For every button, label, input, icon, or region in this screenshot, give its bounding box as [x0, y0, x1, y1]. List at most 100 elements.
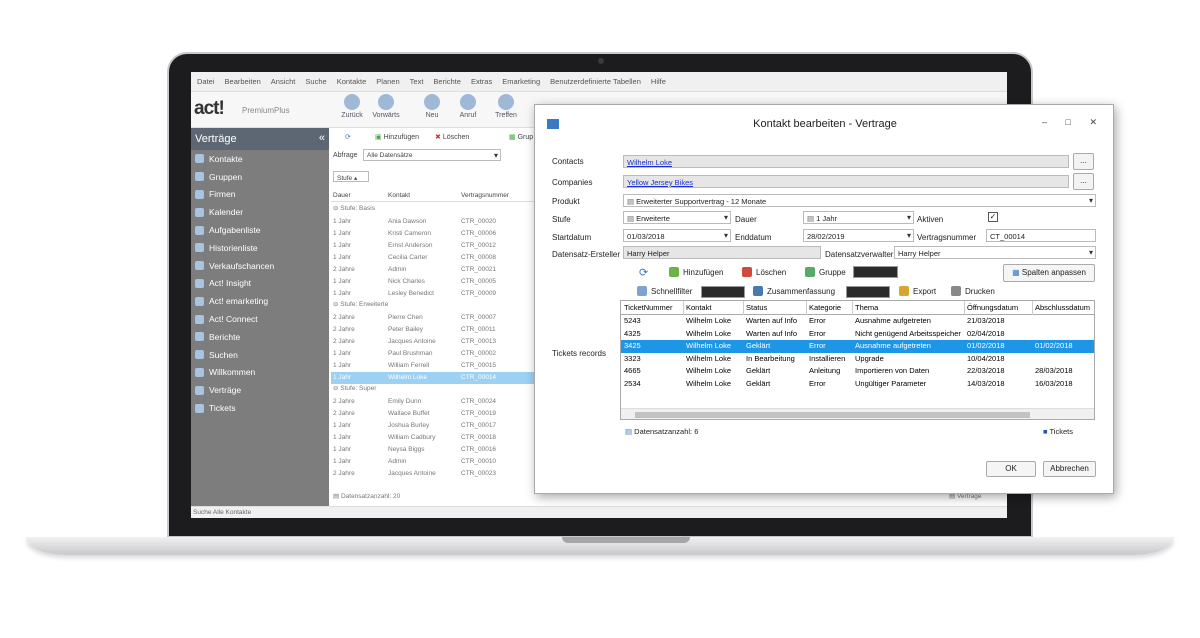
table-row[interactable]: 3425 Wilhelm Loke Geklärt Error Ausnahme auf… — [621, 340, 1094, 353]
cancel-button[interactable]: Abbrechen — [1043, 461, 1096, 477]
toolbar-button[interactable]: Zurück — [337, 94, 367, 119]
list-item[interactable]: 1 Jahr Admin CTR_00010 — [331, 456, 537, 468]
tickets-add-button[interactable]: Hinzufügen — [669, 267, 723, 277]
list-item[interactable]: 2 Jahre Peter Bailey CTR_00011 — [331, 324, 537, 336]
toolbar-button[interactable]: Neu — [417, 94, 447, 119]
print-button[interactable]: Drucken — [951, 286, 995, 296]
menu-item[interactable]: Bearbeiten — [225, 77, 261, 86]
list-item[interactable]: 1 Jahr Ania Dawson CTR_00020 — [331, 216, 537, 228]
sidebar-item[interactable]: Act! emarketing — [191, 292, 329, 310]
sidebar-item[interactable]: Verträge — [191, 381, 329, 399]
summary-button[interactable]: Zusammenfassung — [753, 286, 835, 296]
table-row[interactable]: 3323 Wilhelm Loke In Bearbeitung Installier… — [621, 353, 1094, 366]
menu-item[interactable]: Text — [410, 77, 424, 86]
menu-item[interactable]: Extras — [471, 77, 492, 86]
add-button[interactable]: ▣ Hinzufügen — [375, 133, 419, 141]
sidebar-item[interactable]: Historienliste — [191, 239, 329, 257]
dauer-select[interactable]: ▤ 1 Jahr — [803, 211, 914, 224]
list-item[interactable]: 1 Jahr Kristi Cameron CTR_00006 — [331, 228, 537, 240]
table-row[interactable]: 4325 Wilhelm Loke Warten auf Info Error Nich… — [621, 328, 1094, 341]
grid-column-header[interactable]: TicketNummer — [621, 303, 683, 312]
grid-scrollbar[interactable] — [621, 408, 1094, 419]
collapse-icon[interactable]: « — [319, 132, 325, 144]
grid-column-header[interactable]: Kategorie — [806, 303, 852, 312]
menu-item[interactable]: Benutzerdefinierte Tabellen — [550, 77, 641, 86]
table-row[interactable]: 5243 Wilhelm Loke Warten auf Info Error Ausn… — [621, 315, 1094, 328]
list-group-header[interactable]: ⊖ Stufe: Basis — [333, 204, 375, 212]
tickets-group-button[interactable]: Gruppe — [805, 267, 846, 277]
list-item[interactable]: 1 Jahr William Ferrell CTR_00015 — [331, 360, 537, 372]
filter-select[interactable]: Alle Datensätze — [363, 149, 501, 161]
window-controls[interactable]: – □ ✕ — [1042, 117, 1105, 128]
table-row[interactable]: 4665 Wilhelm Loke Geklärt Anleitung Importie… — [621, 365, 1094, 378]
grid-column-header[interactable]: Kontakt — [683, 303, 743, 312]
grid-column-header[interactable]: Thema — [852, 303, 964, 312]
menu-item[interactable]: Kontakte — [337, 77, 367, 86]
creator-field[interactable]: Harry Helper — [623, 246, 821, 259]
list-group-header[interactable]: ⊖ Stufe: Erweiterte — [333, 300, 388, 308]
menu-item[interactable]: Berichte — [433, 77, 461, 86]
list-item[interactable]: 2 Jahre Jacques Antoine CTR_00023 — [331, 468, 537, 480]
companies-field[interactable]: Yellow Jersey Bikes — [623, 175, 1069, 188]
tickets-delete-button[interactable]: Löschen — [742, 267, 786, 277]
list-item[interactable]: 1 Jahr Nick Charles CTR_00005 — [331, 276, 537, 288]
list-item[interactable]: 1 Jahr Cecilia Carter CTR_00008 — [331, 252, 537, 264]
sidebar-item[interactable]: Kalender — [191, 203, 329, 221]
group-button[interactable]: ▦ Grup — [509, 133, 533, 141]
end-date-field[interactable]: 28/02/2019 — [803, 229, 914, 242]
sidebar-item[interactable]: Berichte — [191, 328, 329, 346]
contacts-browse-button[interactable]: ... — [1073, 153, 1094, 170]
toolbar-button[interactable]: Treffen — [491, 94, 521, 119]
aktiv-checkbox[interactable]: ✓ — [988, 212, 998, 222]
list-item[interactable]: 1 Jahr William Cadbury CTR_00018 — [331, 432, 537, 444]
grid-column-header[interactable]: Status — [743, 303, 806, 312]
companies-browse-button[interactable]: ... — [1073, 173, 1094, 190]
menu-item[interactable]: Planen — [376, 77, 399, 86]
sidebar-item[interactable]: Suchen — [191, 346, 329, 364]
sidebar-item[interactable]: Willkommen — [191, 364, 329, 382]
quickfilter-toggle[interactable] — [701, 286, 745, 298]
columns-button[interactable]: ▦ Spalten anpassen — [1003, 264, 1095, 282]
toolbar-button[interactable]: Vorwärts — [371, 94, 401, 119]
tab-tickets[interactable]: ■ Tickets — [1043, 427, 1073, 436]
sidebar-item[interactable]: Verkaufschancen — [191, 257, 329, 275]
sidebar-item[interactable]: Act! Insight — [191, 275, 329, 293]
list-item[interactable]: 1 Jahr Paul Brushman CTR_00002 — [331, 348, 537, 360]
quickfilter-button[interactable]: Schnellfilter — [637, 286, 692, 296]
menu-item[interactable]: Datei — [197, 77, 215, 86]
sidebar-item[interactable]: Firmen — [191, 186, 329, 204]
list-item[interactable]: 1 Jahr Joshua Burley CTR_00017 — [331, 420, 537, 432]
list-item[interactable]: 1 Jahr Lesley Benedict CTR_00009 — [331, 288, 537, 300]
list-item[interactable]: 2 Jahre Pierre Chen CTR_00007 — [331, 312, 537, 324]
sidebar-item[interactable]: Aufgabenliste — [191, 221, 329, 239]
list-column-header[interactable]: Vertragsnummer — [461, 192, 509, 199]
table-row[interactable]: 2534 Wilhelm Loke Geklärt Error Ungültiger P… — [621, 378, 1094, 391]
sidebar-item[interactable]: Act! Connect — [191, 310, 329, 328]
group-toggle[interactable] — [853, 266, 898, 278]
ok-button[interactable]: OK — [986, 461, 1036, 477]
list-item[interactable]: 2 Jahre Jacques Antoine CTR_00013 — [331, 336, 537, 348]
manager-select[interactable]: Harry Helper — [894, 246, 1096, 259]
refresh-icon[interactable]: ⟳ — [345, 133, 351, 141]
list-group-header[interactable]: ⊖ Stufe: Super — [333, 384, 376, 392]
menu-item[interactable]: Hilfe — [651, 77, 666, 86]
menu-item[interactable]: Emarketing — [502, 77, 540, 86]
summary-toggle[interactable] — [846, 286, 890, 298]
list-item[interactable]: 2 Jahre Emily Dunn CTR_00024 — [331, 396, 537, 408]
produkt-select[interactable]: ▤ Erweiterter Supportvertrag - 12 Monate — [623, 194, 1096, 207]
list-item[interactable]: 2 Jahre Wallace Buffet CTR_00019 — [331, 408, 537, 420]
refresh-icon[interactable]: ⟳ — [639, 266, 648, 279]
sidebar-item[interactable]: Gruppen — [191, 168, 329, 186]
contacts-field[interactable]: Wilhelm Loke — [623, 155, 1069, 168]
menu-item[interactable]: Suche — [305, 77, 326, 86]
vnum-field[interactable]: CT_00014 — [986, 229, 1096, 242]
delete-button[interactable]: ✖ Löschen — [435, 133, 469, 141]
list-item[interactable]: 1 Jahr Ernst Anderson CTR_00012 — [331, 240, 537, 252]
stufe-select[interactable]: ▤ Erweiterte — [623, 211, 731, 224]
group-by-chip[interactable]: Stufe ▴ — [333, 171, 369, 182]
menu-item[interactable]: Ansicht — [271, 77, 296, 86]
list-item[interactable]: 2 Jahre Admin CTR_00021 — [331, 264, 537, 276]
sidebar-item[interactable]: Tickets — [191, 399, 329, 417]
list-item[interactable]: 1 Jahr Wilhelm Loke CTR_00014 — [331, 372, 537, 384]
list-column-header[interactable]: Kontakt — [388, 192, 410, 199]
